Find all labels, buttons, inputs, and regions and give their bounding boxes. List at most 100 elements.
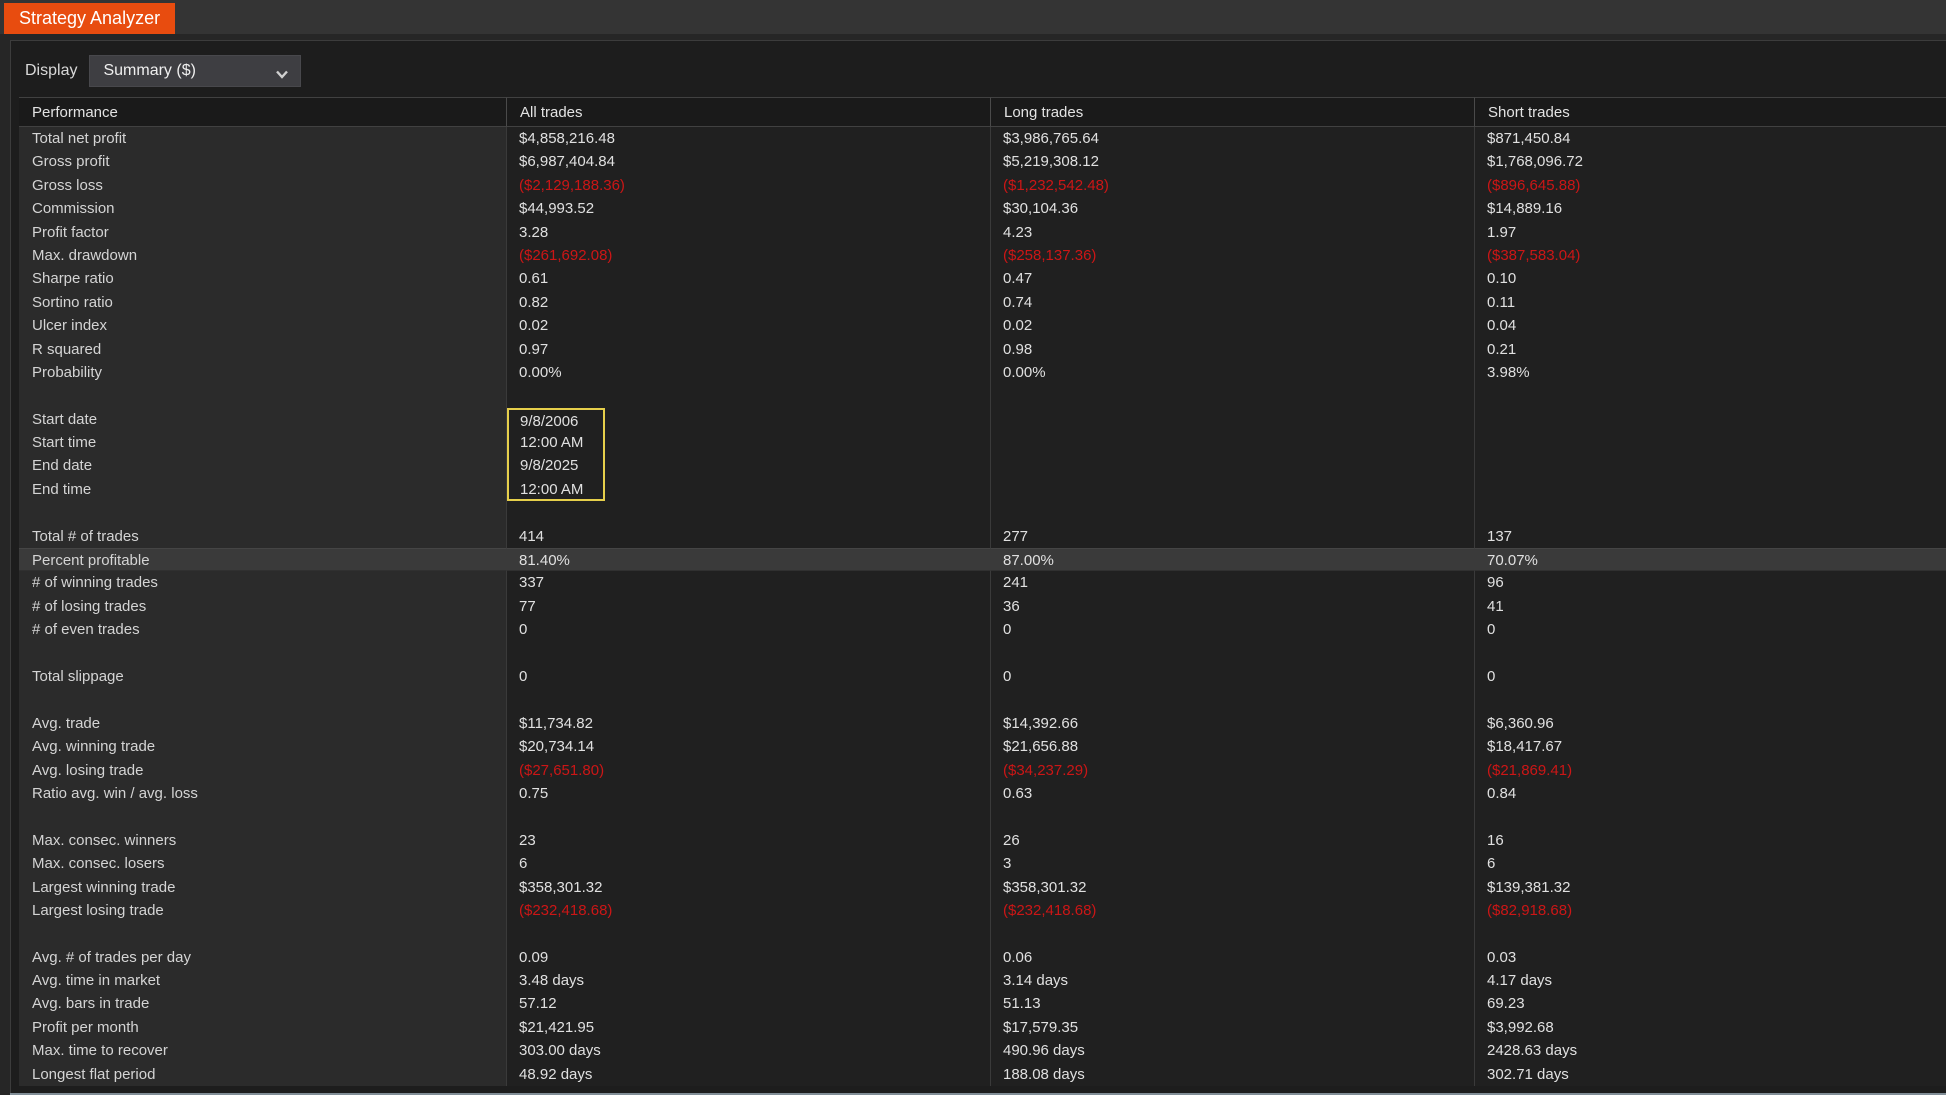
cell-short-trades: 41 — [1474, 595, 1946, 618]
cell-all-trades: 414 — [506, 525, 990, 548]
table-row-end-date[interactable]: End date9/8/2025 — [19, 454, 1946, 477]
cell-long-trades: $17,579.35 — [990, 1016, 1474, 1039]
cell-all-trades: $44,993.52 — [506, 197, 990, 220]
cell-short-trades: 302.71 days — [1474, 1063, 1946, 1086]
table-row-max-time-to-recover[interactable]: Max. time to recover303.00 days490.96 da… — [19, 1039, 1946, 1062]
row-label: Max. consec. winners — [19, 829, 506, 852]
annotation-gold-underline: 81.40% — [519, 549, 580, 571]
cell-long-trades: 0.98 — [990, 338, 1474, 361]
row-label: Commission — [19, 197, 506, 220]
table-row-commission[interactable]: Commission$44,993.52$30,104.36$14,889.16 — [19, 197, 1946, 220]
table-row-gross-loss[interactable]: Gross loss($2,129,188.36)($1,232,542.48)… — [19, 174, 1946, 197]
display-label: Display — [25, 62, 77, 80]
cell-all-trades: $4,858,216.48 — [506, 127, 990, 150]
cell-short-trades: ($82,918.68) — [1474, 899, 1946, 922]
table-row-longest-flat-period[interactable]: Longest flat period48.92 days188.08 days… — [19, 1063, 1946, 1086]
table-row-max-consec-winners[interactable]: Max. consec. winners232616 — [19, 829, 1946, 852]
cell-short-trades: 0.10 — [1474, 267, 1946, 290]
table-row-max-consec-losers[interactable]: Max. consec. losers636 — [19, 852, 1946, 875]
table-row-profit-per-month[interactable]: Profit per month$21,421.95$17,579.35$3,9… — [19, 1016, 1946, 1039]
table-row-total-of-trades[interactable]: Total # of trades414277137 — [19, 525, 1946, 548]
cell-long-trades: $5,219,308.12 — [990, 150, 1474, 173]
cell-short-trades: 0.84 — [1474, 782, 1946, 805]
cell-all-trades: 0.97 — [506, 338, 990, 361]
table-row-of-winning-trades[interactable]: # of winning trades33724196 — [19, 571, 1946, 594]
cell-short-trades: ($21,869.41) — [1474, 759, 1946, 782]
cell-short-trades: 2428.63 days — [1474, 1039, 1946, 1062]
cell-all-trades: 6 — [506, 852, 990, 875]
table-row-max-drawdown[interactable]: Max. drawdown($261,692.08)($258,137.36)(… — [19, 244, 1946, 267]
row-label: # of losing trades — [19, 595, 506, 618]
table-row-avg-time-in-market[interactable]: Avg. time in market3.48 days3.14 days4.1… — [19, 969, 1946, 992]
table-row-ratio-avg-win-avg-loss[interactable]: Ratio avg. win / avg. loss0.750.630.84 — [19, 782, 1946, 805]
column-header-short-trades[interactable]: Short trades — [1474, 97, 1946, 127]
row-label: Gross profit — [19, 150, 506, 173]
table-row-ulcer-index[interactable]: Ulcer index0.020.020.04 — [19, 314, 1946, 337]
table-row-total-net-profit[interactable]: Total net profit$4,858,216.48$3,986,765.… — [19, 127, 1946, 150]
table-row-of-even-trades[interactable]: # of even trades000 — [19, 618, 1946, 641]
cell-short-trades — [1474, 454, 1946, 477]
row-label: Avg. losing trade — [19, 759, 506, 782]
table-row-avg-losing-trade[interactable]: Avg. losing trade($27,651.80)($34,237.29… — [19, 759, 1946, 782]
cell-short-trades: 69.23 — [1474, 992, 1946, 1015]
table-row-gross-profit[interactable]: Gross profit$6,987,404.84$5,219,308.12$1… — [19, 150, 1946, 173]
cell-long-trades — [990, 408, 1474, 431]
column-header-all-trades[interactable]: All trades — [506, 97, 990, 127]
cell-all-trades: 3.28 — [506, 221, 990, 244]
cell-all-trades: ($27,651.80) — [506, 759, 990, 782]
cell-long-trades: ($1,232,542.48) — [990, 174, 1474, 197]
spacer-row — [19, 922, 1946, 945]
column-header-long-trades[interactable]: Long trades — [990, 97, 1474, 127]
tab-strategy-analyzer[interactable]: Strategy Analyzer — [4, 3, 175, 34]
table-row-end-time[interactable]: End time12:00 AM — [19, 478, 1946, 501]
table-row-total-slippage[interactable]: Total slippage000 — [19, 665, 1946, 688]
table-row-avg-of-trades-per-day[interactable]: Avg. # of trades per day0.090.060.03 — [19, 946, 1946, 969]
cell-short-trades: 1.97 — [1474, 221, 1946, 244]
cell-long-trades: 87.00% — [990, 548, 1474, 571]
table-row-avg-trade[interactable]: Avg. trade$11,734.82$14,392.66$6,360.96 — [19, 712, 1946, 735]
table-row-avg-bars-in-trade[interactable]: Avg. bars in trade57.1251.1369.23 — [19, 992, 1946, 1015]
cell-long-trades: 3.14 days — [990, 969, 1474, 992]
table-row-largest-losing-trade[interactable]: Largest losing trade($232,418.68)($232,4… — [19, 899, 1946, 922]
row-label: Start date — [19, 408, 506, 431]
row-label: Max. consec. losers — [19, 852, 506, 875]
cell-all-trades: 0.75 — [506, 782, 990, 805]
cell-long-trades: $30,104.36 — [990, 197, 1474, 220]
row-label: Avg. bars in trade — [19, 992, 506, 1015]
table-row-profit-factor[interactable]: Profit factor3.284.231.97 — [19, 221, 1946, 244]
cell-long-trades: 36 — [990, 595, 1474, 618]
table-row-sharpe-ratio[interactable]: Sharpe ratio0.610.470.10 — [19, 267, 1946, 290]
table-row-start-date[interactable]: Start date9/8/2006 — [19, 408, 1946, 431]
cell-long-trades: 277 — [990, 525, 1474, 548]
cell-long-trades: 0 — [990, 665, 1474, 688]
table-row-avg-winning-trade[interactable]: Avg. winning trade$20,734.14$21,656.88$1… — [19, 735, 1946, 758]
row-label: Avg. # of trades per day — [19, 946, 506, 969]
annotation-gold-box-segment: 9/8/2025 — [507, 454, 605, 477]
display-dropdown[interactable]: Summary ($) — [89, 55, 301, 87]
row-label: Largest winning trade — [19, 876, 506, 899]
row-label: Percent profitable — [19, 548, 506, 571]
column-header-performance[interactable]: Performance — [19, 97, 506, 127]
table-row-probability[interactable]: Probability0.00%0.00%3.98% — [19, 361, 1946, 384]
row-label: Total slippage — [19, 665, 506, 688]
cell-short-trades: 3.98% — [1474, 361, 1946, 384]
table-row-r-squared[interactable]: R squared0.970.980.21 — [19, 338, 1946, 361]
table-row-percent-profitable[interactable]: Percent profitable81.40%87.00%70.07% — [19, 548, 1946, 571]
cell-short-trades: $6,360.96 — [1474, 712, 1946, 735]
cell-short-trades: 0 — [1474, 618, 1946, 641]
table-row-of-losing-trades[interactable]: # of losing trades773641 — [19, 595, 1946, 618]
table-row-largest-winning-trade[interactable]: Largest winning trade$358,301.32$358,301… — [19, 876, 1946, 899]
cell-all-trades: ($2,129,188.36) — [506, 174, 990, 197]
cell-all-trades: 9/8/2006 — [506, 408, 990, 431]
cell-long-trades: 0.06 — [990, 946, 1474, 969]
row-label: End time — [19, 478, 506, 501]
spacer-row — [19, 501, 1946, 524]
cell-short-trades — [1474, 478, 1946, 501]
cell-long-trades: $14,392.66 — [990, 712, 1474, 735]
table-row-start-time[interactable]: Start time12:00 AM — [19, 431, 1946, 454]
cell-long-trades: 0.74 — [990, 291, 1474, 314]
table-row-sortino-ratio[interactable]: Sortino ratio0.820.740.11 — [19, 291, 1946, 314]
cell-all-trades: 77 — [506, 595, 990, 618]
display-toolbar: Display Summary ($) — [25, 55, 301, 87]
cell-long-trades: $358,301.32 — [990, 876, 1474, 899]
